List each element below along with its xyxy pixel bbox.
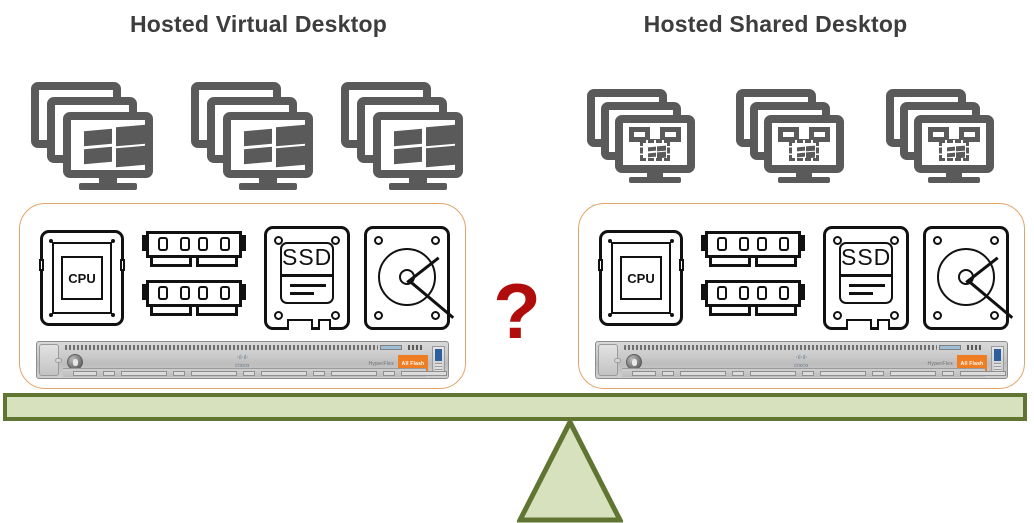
windows-logo-icon: [244, 124, 305, 168]
monitor-front-layer: [615, 115, 695, 173]
monitor-base: [389, 183, 447, 190]
windows-logo-icon: [394, 124, 455, 168]
balance-beam: [3, 393, 1027, 421]
shared-session-desktop-stack-icon: [731, 84, 859, 194]
shared-session-desktop-stack-icon: [881, 84, 1009, 194]
comparison-diagram: Hosted Virtual Desktop Hosted Shared Des…: [0, 0, 1034, 523]
shared-session-icon: [629, 127, 681, 162]
windows-logo-icon: [797, 145, 815, 159]
monitor-front-layer: [914, 115, 994, 173]
page-title-right: Hosted Shared Desktop: [643, 11, 908, 37]
monitor-base: [79, 183, 137, 190]
windows-desktop-stack-icon: [335, 76, 463, 190]
monitor-base: [778, 177, 830, 183]
windows-logo-icon: [648, 145, 666, 159]
server-front-panel: [432, 346, 445, 374]
monitor-base: [239, 183, 297, 190]
endpoint-row-right: [582, 84, 1012, 192]
question-mark: ?: [493, 267, 541, 355]
server-model-text: HyperFlex: [368, 361, 394, 367]
monitor-front-layer: [223, 112, 313, 178]
ssd-label: SSD: [282, 244, 333, 270]
ram-stick-icon: [142, 231, 246, 271]
monitor-front-layer: [764, 115, 844, 173]
shared-session-icon: [928, 127, 980, 162]
shared-desktop-dashed-box: [939, 140, 969, 161]
windows-desktop-stack-icon: [25, 76, 153, 190]
monitor-front-layer: [373, 112, 463, 178]
ram-stick-icon: [701, 231, 805, 271]
shared-desktop-dashed-box: [640, 140, 670, 161]
monitor-base: [629, 177, 681, 183]
endpoint-row-left: [25, 76, 475, 191]
windows-logo-icon: [84, 124, 145, 168]
ssd-label: SSD: [841, 244, 892, 270]
windows-logo-icon: [947, 145, 965, 159]
server-drive-bays: [63, 368, 447, 377]
monitor-base: [928, 177, 980, 183]
shared-session-desktop-stack-icon: [582, 84, 710, 194]
server-model-text: HyperFlex: [927, 361, 953, 367]
windows-desktop-stack-icon: [185, 76, 313, 190]
monitor-front-layer: [63, 112, 153, 178]
server-front-panel: [991, 346, 1004, 374]
server-drive-bays: [622, 368, 1006, 377]
shared-session-icon: [778, 127, 830, 162]
shared-desktop-dashed-box: [789, 140, 819, 161]
page-title-left: Hosted Virtual Desktop: [129, 11, 388, 37]
